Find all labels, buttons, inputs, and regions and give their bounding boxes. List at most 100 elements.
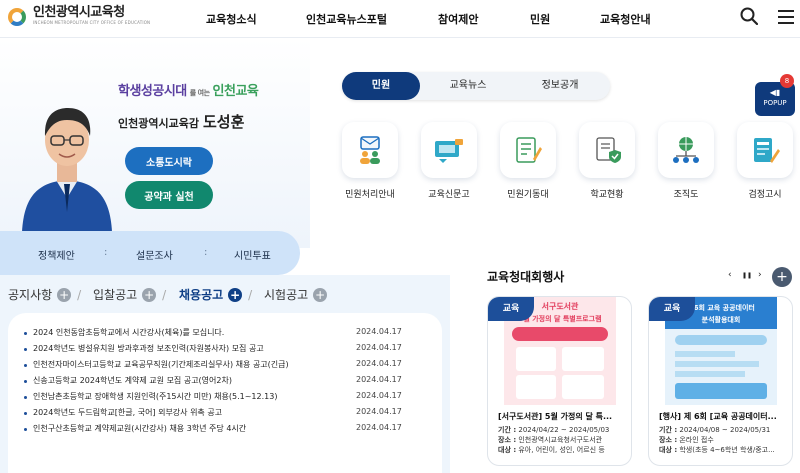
nav-item-participation[interactable]: 참여제안	[438, 11, 478, 27]
nav-item-news[interactable]: 교육청소식	[206, 11, 257, 27]
place-label: 장소 :	[498, 436, 517, 444]
superintendent-role: 인천광역시교육감	[118, 117, 199, 130]
notice-title[interactable]: 2024 인천동암초등학교에서 시간강사(체육)를 모십니다.	[33, 327, 356, 343]
tab-bid-label: 입찰공고	[93, 288, 138, 302]
period-label: 기간 :	[498, 426, 517, 434]
site-logo[interactable]: 인천광역시교육청 INCHEON METROPOLITAN CITY OFFIC…	[8, 6, 150, 28]
service-label: 학교현황	[590, 190, 624, 200]
notice-list-item[interactable]: 인천구산초등학교 계약제교원(시간강사) 채용 3학년 주당 4시간 2024.0…	[24, 423, 402, 439]
event-card[interactable]: 교육 서구도서관 5월 가정의 달 특별프로그램 [서구도서관] 5월 가정의 …	[487, 296, 632, 466]
prev-icon[interactable]: ‹	[728, 270, 732, 280]
event-period: 2024/04/22 ~ 2024/05/03	[518, 426, 610, 434]
logo-subtitle: INCHEON METROPOLITAN CITY OFFICE OF EDUC…	[33, 20, 151, 25]
service-label: 민원처리안내	[345, 190, 395, 200]
nav-item-about[interactable]: 교육청안내	[600, 11, 651, 27]
notice-title[interactable]: 인천구산초등학교 계약제교원(시간강사) 채용 3학년 주당 4시간	[33, 423, 356, 439]
notice-list-item[interactable]: 신송고등학교 2024학년도 계약제 교원 모집 공고(영어2차) 2024.04…	[24, 375, 402, 391]
event-place: 인천광역시교육청서구도서관	[518, 436, 603, 444]
tab-exam[interactable]: 시험공고 +	[264, 286, 328, 303]
tab-recruit[interactable]: 채용공고 + /	[179, 286, 252, 303]
event-period: 2024/04/08 ~ 2024/05/31	[679, 426, 771, 434]
quick-link-policy[interactable]: 정책제안	[38, 247, 75, 262]
bullet-icon	[24, 348, 27, 351]
event-card-meta: 기간 : 2024/04/08 ~ 2024/05/31 장소 : 온라인 접수…	[659, 425, 787, 455]
event-target: 학생(초등 4~6학년 학생/중고...	[679, 446, 775, 454]
tab-notice[interactable]: 공지사항 + /	[8, 286, 81, 303]
nav-item-news-portal[interactable]: 인천교육뉴스포털	[306, 11, 387, 27]
nav-item-civil[interactable]: 민원	[530, 11, 550, 27]
plus-icon[interactable]: +	[313, 287, 328, 302]
service-label: 교육신문고	[428, 190, 470, 200]
event-card[interactable]: 교육 제6회 교육 공공데이터 분석활용대회 [행사] 제 6회 [교육 공공데…	[648, 296, 793, 466]
svg-text:서구도서관: 서구도서관	[542, 301, 579, 311]
superintendent-name: 도성훈	[202, 113, 245, 131]
slogan-part-3: 인천교육	[212, 84, 259, 99]
events-more-plus-icon[interactable]: +	[772, 267, 792, 287]
quick-links-bar: 정책제안 : 설문조사 : 시민투표	[0, 231, 300, 275]
notice-title[interactable]: 인천남촌초등학교 장애학생 지원인력(주15시간 미만) 채용(5.1~12.1…	[33, 391, 356, 407]
target-label: 대상 :	[498, 446, 517, 454]
qualification-exam-icon	[754, 138, 780, 163]
popup-count-badge: 8	[780, 74, 794, 88]
event-category-badge: 교육	[649, 297, 695, 321]
notice-title[interactable]: 2024학년도 두드림학교[한글, 국어] 외부강사 위촉 공고	[33, 407, 356, 423]
service-school-status[interactable]: 학교현황	[577, 122, 637, 200]
tab-edu-news[interactable]: 교육뉴스	[430, 72, 506, 100]
search-icon[interactable]	[740, 7, 758, 25]
event-card-title: [서구도서관] 5월 가정의 달 특...	[498, 412, 613, 421]
bullet-icon	[24, 332, 27, 335]
next-icon[interactable]: ›	[758, 270, 762, 280]
quick-link-vote[interactable]: 시민투표	[234, 247, 271, 262]
notice-list-item[interactable]: 2024학년도 두드림학교[한글, 국어] 외부강사 위촉 공고 2024.04.…	[24, 407, 402, 423]
superintendent-photo	[22, 108, 112, 232]
bullet-icon	[24, 380, 27, 383]
plus-icon[interactable]: +	[57, 287, 72, 302]
tab-info-disclosure[interactable]: 정보공개	[518, 72, 602, 100]
plus-icon[interactable]: +	[142, 287, 157, 302]
popup-button[interactable]: 8 ◀▮ POPUP	[755, 74, 795, 116]
slogan-part-2: 를 여는	[189, 89, 210, 97]
service-tabs: 민원 교육뉴스 정보공개	[342, 72, 610, 100]
pause-icon[interactable]: ❚❚	[742, 272, 752, 279]
bullet-icon	[24, 396, 27, 399]
notice-list: 2024 인천동암초등학교에서 시간강사(체육)를 모십니다. 2024.04.1…	[24, 327, 402, 439]
service-civil-task-force[interactable]: 민원기동대	[498, 122, 558, 200]
popup-label: POPUP	[763, 99, 787, 107]
notice-title[interactable]: 신송고등학교 2024학년도 계약제 교원 모집 공고(영어2차)	[33, 375, 356, 391]
tab-notice-label: 공지사항	[8, 288, 53, 302]
service-edu-petition[interactable]: 교육신문고	[419, 122, 479, 200]
hamburger-menu-icon[interactable]	[778, 10, 794, 24]
bullet-icon	[24, 412, 27, 415]
svg-text:제6회 교육 공공데이터: 제6회 교육 공공데이터	[687, 303, 755, 312]
civil-guide-icon	[360, 136, 380, 164]
notice-list-item[interactable]: 인천남촌초등학교 장애학생 지원인력(주15시간 미만) 채용(5.1~12.1…	[24, 391, 402, 407]
site-header: 인천광역시교육청 INCHEON METROPOLITAN CITY OFFIC…	[0, 0, 800, 38]
education-petition-icon	[435, 139, 463, 163]
pledge-button[interactable]: 공약과 실천	[125, 181, 213, 209]
bullet-icon	[24, 428, 27, 431]
tab-exam-label: 시험공고	[264, 288, 309, 302]
notice-date: 2024.04.17	[356, 359, 402, 368]
civil-task-force-icon	[516, 137, 542, 163]
notice-list-item[interactable]: 인천전자마이스터고등학교 교육공무직원(기간제조리실무사) 채용 공고(긴급) 2…	[24, 359, 402, 375]
notice-title[interactable]: 인천전자마이스터고등학교 교육공무직원(기간제조리실무사) 채용 공고(긴급)	[33, 359, 356, 375]
service-qualification-exam[interactable]: 검정고시	[735, 122, 795, 200]
speaker-icon: ◀▮	[769, 88, 781, 97]
tab-civil[interactable]: 민원	[342, 72, 420, 100]
tab-bid[interactable]: 입찰공고 + /	[93, 286, 166, 303]
event-target: 유아, 어린이, 성인, 어르신 등	[518, 446, 605, 454]
quick-link-separator: :	[104, 247, 108, 258]
quick-link-survey[interactable]: 설문조사	[136, 247, 173, 262]
service-civil-guide[interactable]: 민원처리안내	[340, 122, 400, 200]
notice-list-item[interactable]: 2024 인천동암초등학교에서 시간강사(체육)를 모십니다. 2024.04.1…	[24, 327, 402, 343]
notice-list-item[interactable]: 2024학년도 병설유치원 방과후과정 보조인력(자원봉사자) 모집 공고 202…	[24, 343, 402, 359]
notice-title[interactable]: 2024학년도 병설유치원 방과후과정 보조인력(자원봉사자) 모집 공고	[33, 343, 356, 359]
plus-icon[interactable]: +	[228, 287, 243, 302]
service-org-chart[interactable]: 조직도	[656, 122, 716, 200]
bullet-icon	[24, 364, 27, 367]
svg-text:분석활용대회: 분석활용대회	[702, 315, 741, 324]
communication-button[interactable]: 소통도시락	[125, 147, 213, 175]
org-chart-icon	[673, 137, 699, 163]
notice-date: 2024.04.17	[356, 343, 402, 352]
target-label: 대상 :	[659, 446, 678, 454]
